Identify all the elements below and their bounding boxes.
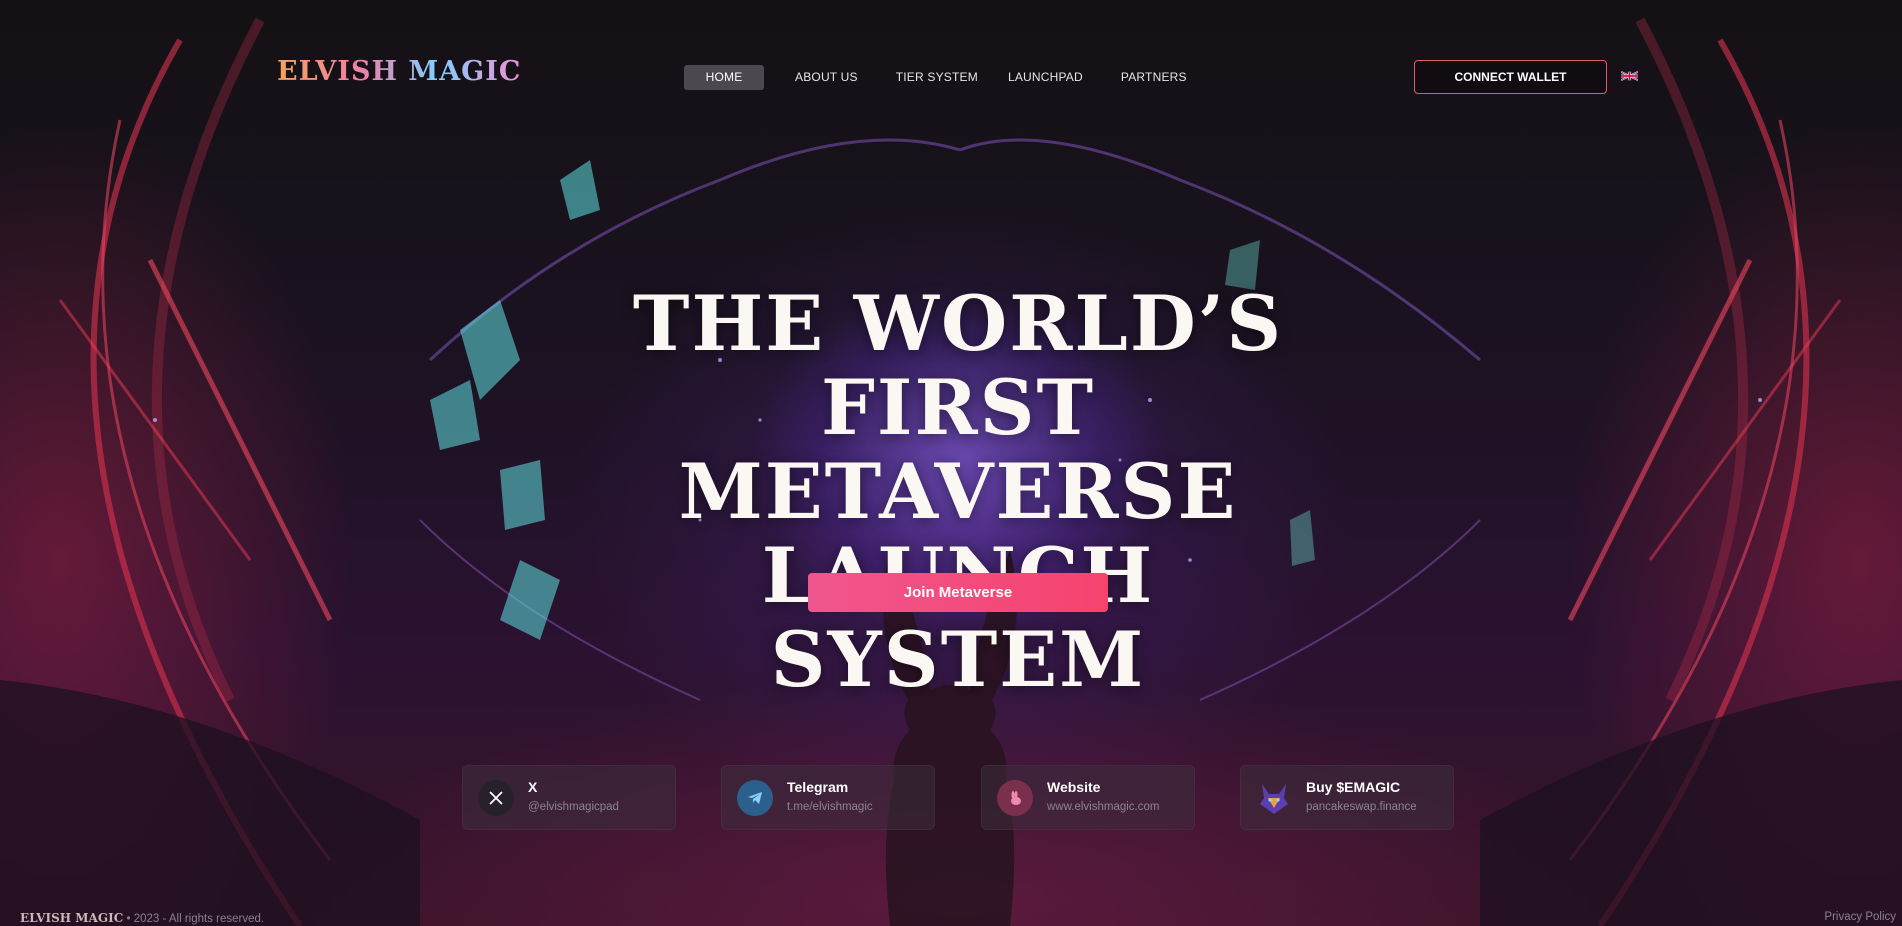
nav-about-us[interactable]: ABOUT US (772, 65, 881, 90)
join-metaverse-button[interactable]: Join Metaverse (808, 573, 1108, 612)
rabbit-icon (997, 780, 1033, 816)
footer-logo: ELVISH MAGIC (20, 911, 124, 925)
card-subtitle: pancakeswap.finance (1306, 801, 1417, 813)
card-title: Telegram (787, 779, 849, 795)
hero-line-3: SYSTEM (770, 615, 1146, 704)
footer-copyright: ELVISH MAGIC • 2023 - All rights reserve… (20, 911, 264, 925)
social-card-telegram[interactable]: Telegram t.me/elvishmagic (721, 765, 935, 830)
hero-line-1: THE WORLD’S FIRST (632, 279, 1284, 452)
card-title: X (528, 779, 538, 795)
connect-wallet-button[interactable]: CONNECT WALLET (1414, 60, 1607, 94)
brand-logo[interactable]: ELVISH MAGIC (277, 56, 521, 87)
card-subtitle: www.elvishmagic.com (1047, 801, 1160, 813)
card-subtitle: @elvishmagicpad (528, 801, 619, 813)
social-card-x[interactable]: X @elvishmagicpad (462, 765, 676, 830)
nav-partners[interactable]: PARTNERS (1098, 65, 1210, 90)
uk-flag-icon[interactable] (1621, 70, 1638, 82)
x-icon (478, 780, 514, 816)
card-title: Website (1047, 779, 1101, 795)
telegram-icon (737, 780, 773, 816)
card-subtitle: t.me/elvishmagic (787, 801, 873, 813)
main-nav: HOME ABOUT US TIER SYSTEM LAUNCHPAD PART… (684, 65, 1210, 90)
hero-headline: THE WORLD’S FIRST METAVERSE LAUNCH SYSTE… (500, 282, 1416, 702)
social-card-buy-emagic[interactable]: Buy $EMAGIC pancakeswap.finance (1240, 765, 1454, 830)
social-card-website[interactable]: Website www.elvishmagic.com (981, 765, 1195, 830)
nav-tier-system[interactable]: TIER SYSTEM (881, 65, 993, 90)
emagic-token-icon (1256, 780, 1292, 816)
nav-home[interactable]: HOME (684, 65, 764, 90)
privacy-policy-link[interactable]: Privacy Policy (1824, 911, 1896, 923)
copyright-text: • 2023 - All rights reserved. (126, 913, 265, 925)
nav-launchpad[interactable]: LAUNCHPAD (993, 65, 1098, 90)
card-title: Buy $EMAGIC (1306, 779, 1401, 795)
